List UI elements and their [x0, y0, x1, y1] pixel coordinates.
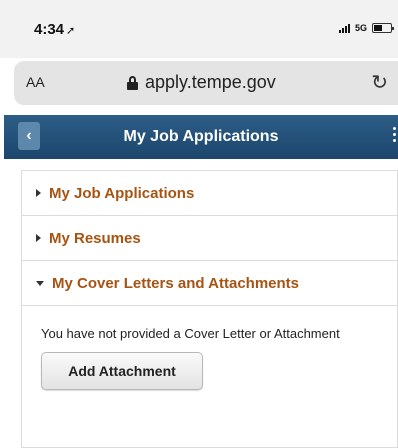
location-arrow-icon: ➚ — [66, 25, 76, 37]
empty-state-message: You have not provided a Cover Letter or … — [41, 326, 340, 341]
text-size-button[interactable]: AA — [26, 74, 45, 90]
accordion-label[interactable]: My Job Applications — [49, 185, 194, 202]
applications-panel: My Job Applications My Resumes My Cover … — [21, 170, 398, 448]
accordion-item-resumes[interactable]: My Resumes — [22, 216, 397, 261]
caret-right-icon — [36, 189, 41, 197]
lock-icon — [127, 75, 138, 90]
clock-text: 4:34 — [34, 21, 65, 38]
browser-address-bar[interactable]: AA apply.tempe.gov ↻ — [14, 61, 398, 105]
status-bar: 4:34 ➚ 5G — [0, 0, 398, 58]
caret-down-icon — [36, 280, 44, 286]
cover-letters-section: You have not provided a Cover Letter or … — [22, 306, 397, 390]
add-attachment-button[interactable]: Add Attachment — [41, 352, 203, 390]
status-time: 4:34 ➚ — [34, 21, 75, 38]
status-indicators: 5G — [338, 23, 394, 33]
battery-icon — [372, 23, 394, 33]
network-label: 5G — [354, 23, 367, 33]
accordion-label[interactable]: My Cover Letters and Attachments — [52, 275, 299, 292]
reload-icon[interactable]: ↻ — [371, 70, 388, 95]
caret-right-icon — [36, 234, 41, 242]
page-title: My Job Applications — [123, 128, 279, 145]
accordion-label[interactable]: My Resumes — [49, 230, 141, 247]
url-text: apply.tempe.gov — [145, 72, 276, 92]
app-header: ‹ My Job Applications — [4, 115, 398, 159]
accordion-item-cover-letters[interactable]: My Cover Letters and Attachments — [22, 261, 397, 306]
signal-icon — [338, 23, 350, 33]
more-options-icon[interactable] — [393, 127, 396, 142]
accordion-item-job-applications[interactable]: My Job Applications — [22, 171, 397, 216]
url-display[interactable]: apply.tempe.gov — [127, 72, 276, 93]
